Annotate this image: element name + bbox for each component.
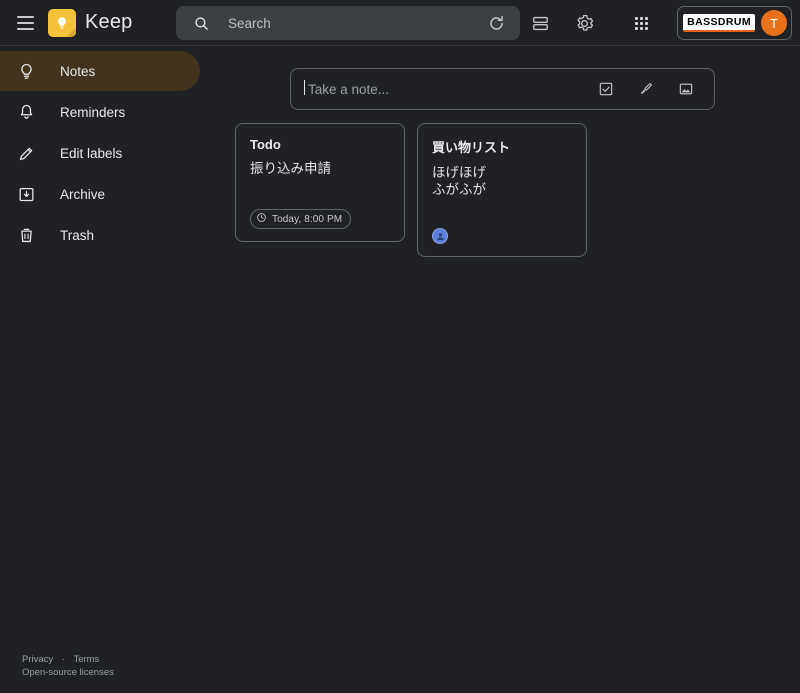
header-actions: BASSDRUM T (474, 0, 792, 46)
sidebar-item-label: Trash (60, 227, 95, 243)
bell-icon (15, 101, 37, 123)
sidebar-item-trash[interactable]: Trash (0, 215, 200, 255)
clock-icon (256, 212, 267, 226)
note-card[interactable]: 買い物リスト ほげほげ ふがふが (417, 123, 587, 257)
lightbulb-icon (15, 60, 37, 82)
footer: Privacy · Terms Open-source licenses (22, 653, 114, 679)
checkbox-icon[interactable] (589, 72, 623, 106)
note-title: 買い物リスト (432, 140, 511, 155)
sidebar: Notes Reminders Edit labels Archive Tras… (0, 47, 200, 693)
note-body: 振り込み申請 (250, 161, 331, 176)
search-icon (190, 12, 212, 34)
app-header: Keep Search BASSDRUM T (0, 0, 800, 46)
brush-icon[interactable] (629, 72, 663, 106)
gear-icon[interactable] (567, 6, 601, 40)
list-view-icon[interactable] (523, 6, 557, 40)
reminder-label: Today, 8:00 PM (272, 213, 343, 225)
search-input[interactable] (226, 14, 486, 32)
sidebar-item-label: Archive (60, 186, 106, 202)
hamburger-menu-icon[interactable] (6, 4, 44, 42)
refresh-icon[interactable] (479, 6, 513, 40)
composer-actions (586, 72, 714, 106)
privacy-link[interactable]: Privacy (22, 654, 53, 665)
sidebar-item-edit-labels[interactable]: Edit labels (0, 133, 200, 173)
avatar[interactable]: T (761, 10, 787, 36)
hamburger-line (16, 27, 34, 30)
footer-separator: · (61, 654, 65, 665)
note-composer[interactable]: Take a note... (290, 68, 715, 110)
open-source-licenses-link[interactable]: Open-source licenses (22, 667, 114, 678)
hamburger-line (16, 15, 34, 18)
sidebar-item-notes[interactable]: Notes (0, 51, 200, 91)
sidebar-item-reminders[interactable]: Reminders (0, 92, 200, 132)
footer-links-row: Privacy · Terms (22, 653, 114, 666)
notes-grid: Todo 振り込み申請 Today, 8:00 PM 買い物リスト ほげほげ ふ… (235, 123, 587, 257)
sidebar-item-label: Notes (60, 63, 96, 79)
hamburger-line (16, 21, 34, 24)
text-caret (304, 79, 305, 95)
terms-link[interactable]: Terms (73, 654, 99, 665)
reminder-chip[interactable]: Today, 8:00 PM (250, 209, 352, 229)
composer-placeholder[interactable]: Take a note... (304, 79, 389, 97)
sidebar-item-label: Reminders (60, 104, 126, 120)
note-footer (432, 228, 572, 244)
app-logo-group[interactable]: Keep (48, 8, 133, 37)
collaborator-avatar[interactable] (432, 228, 448, 244)
note-footer: Today, 8:00 PM (250, 209, 390, 229)
note-card[interactable]: Todo 振り込み申請 Today, 8:00 PM (235, 123, 405, 242)
trash-icon (15, 224, 37, 246)
note-title: Todo (250, 137, 281, 152)
app-title: Keep (85, 11, 133, 33)
image-icon[interactable] (669, 72, 703, 106)
brand-badge: BASSDRUM (683, 14, 755, 32)
note-body: ほげほげ ふがふが (432, 165, 486, 197)
sidebar-item-archive[interactable]: Archive (0, 174, 200, 214)
account-chip[interactable]: BASSDRUM T (677, 6, 792, 40)
sidebar-item-label: Edit labels (60, 145, 123, 161)
main-content: Take a note... Todo 振り込み申請 Today, 8:00 P… (200, 47, 800, 693)
search-bar[interactable] (176, 6, 520, 40)
keep-lightbulb-icon (48, 8, 76, 37)
open-source-licenses-row: Open-source licenses (22, 666, 114, 679)
apps-grid-icon[interactable] (624, 6, 658, 40)
archive-icon (15, 183, 37, 205)
pencil-icon (15, 142, 37, 164)
